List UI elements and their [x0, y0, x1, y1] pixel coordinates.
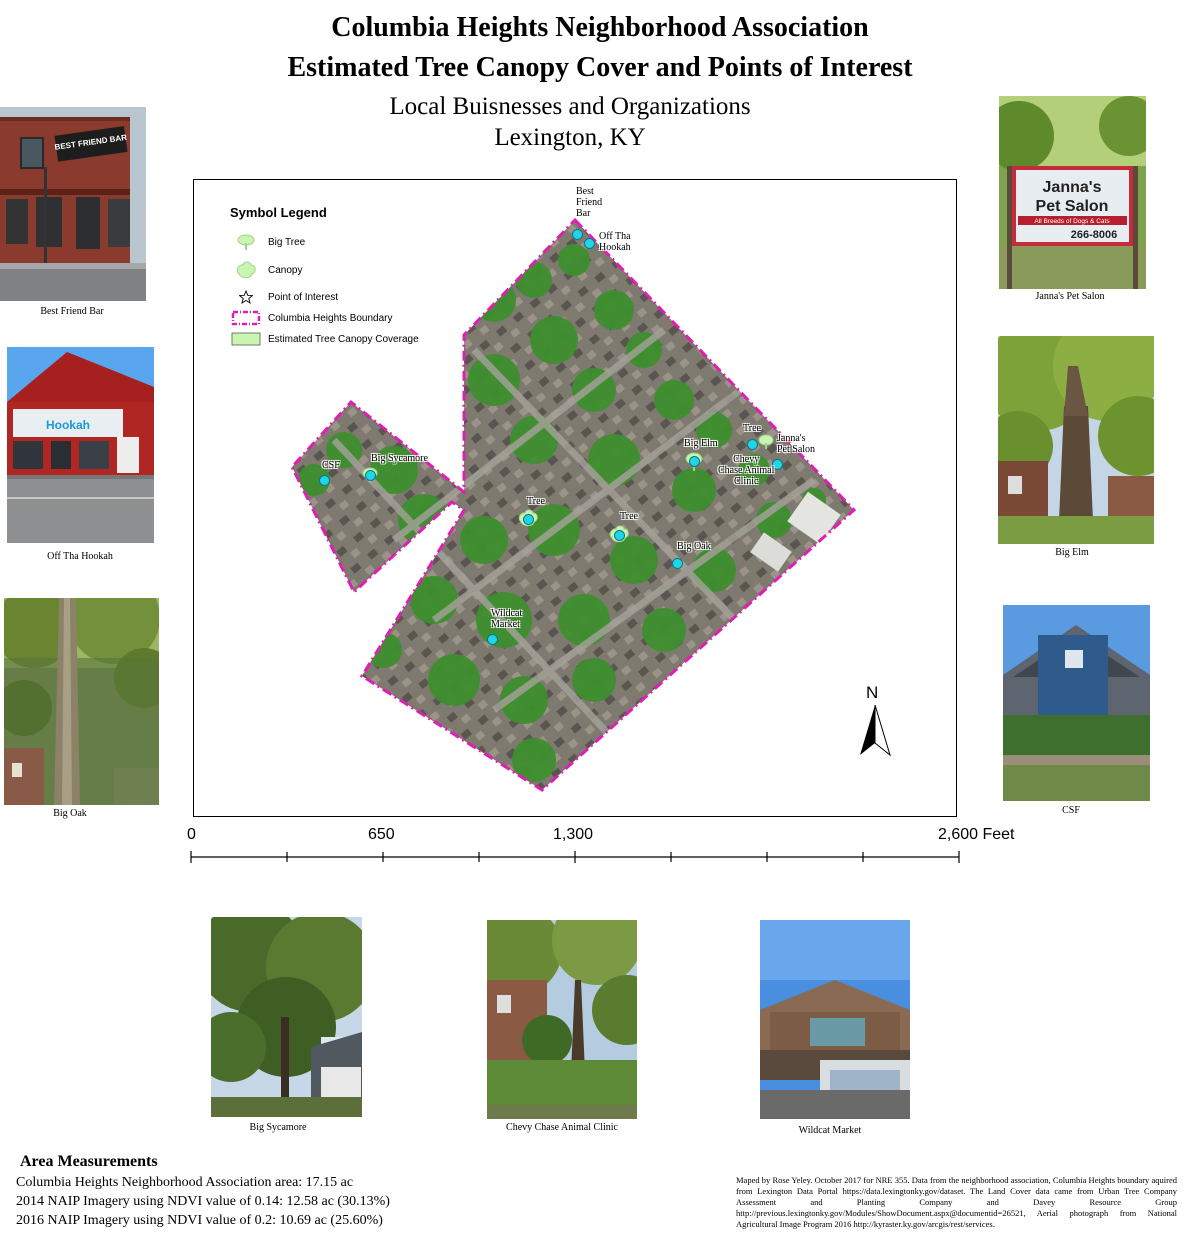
poi-best-friend-bar[interactable]: [572, 229, 583, 240]
caption-best-friend-bar: Best Friend Bar: [40, 306, 104, 317]
caption-chevy-chase-animal-clinic: Chevy Chase Animal Clinic: [506, 1122, 618, 1133]
poi-tree-mid[interactable]: [614, 530, 625, 541]
poi-big-sycamore[interactable]: [365, 470, 376, 481]
area-line-2014: 2014 NAIP Imagery using NDVI value of 0.…: [16, 1194, 390, 1209]
star-icon: [230, 290, 262, 304]
north-arrow-icon: [860, 705, 891, 757]
scale-label-0: 0: [187, 826, 196, 843]
photo-big-elm: [998, 336, 1154, 544]
poi-csf[interactable]: [319, 475, 330, 486]
svg-text:266-8006: 266-8006: [1071, 229, 1118, 241]
svg-text:All Breeds of Dogs & Cats: All Breeds of Dogs & Cats: [1034, 218, 1110, 225]
caption-big-oak: Big Oak: [53, 808, 87, 819]
photo-csf: [1003, 605, 1150, 801]
legend-item-canopy: Canopy: [230, 260, 302, 280]
caption-wildcat-market: Wildcat Market: [798, 1125, 862, 1136]
photo-chevy-chase-animal-clinic: [487, 920, 637, 1119]
north-label: N: [866, 683, 879, 702]
map-subtitle: Local Buisnesses and Organizations: [389, 93, 751, 120]
north-arrow: N: [858, 683, 892, 761]
photo-off-tha-hookah: Hookah: [7, 347, 154, 543]
legend-item-big-tree: Big Tree: [230, 233, 305, 251]
poi-tree-left[interactable]: [523, 514, 534, 525]
poi-big-oak[interactable]: [672, 558, 683, 569]
caption-big-elm: Big Elm: [1055, 547, 1089, 558]
svg-text:Pet Salon: Pet Salon: [1036, 198, 1109, 215]
photo-big-sycamore: [211, 917, 362, 1117]
label-wildcat-market: Wildcat Market: [491, 608, 523, 630]
scale-label-1300: 1,300: [553, 826, 594, 843]
legend-item-point-of-interest: Point of Interest: [230, 290, 338, 304]
legend-item-canopy-coverage: Estimated Tree Canopy Coverage: [230, 332, 419, 346]
map-frame: Symbol Legend Big Tree Canopy Point of I…: [193, 179, 957, 817]
label-tree-top: Tree: [743, 423, 761, 434]
map-location: Lexington, KY: [494, 124, 646, 151]
label-big-elm: Big Elm: [684, 438, 718, 449]
label-best-friend-bar: Best Friend Bar: [576, 186, 603, 219]
big-tree-icon: [758, 434, 774, 449]
photo-jannas-pet-salon: Janna's Pet Salon All Breeds of Dogs & C…: [999, 96, 1146, 289]
svg-text:Janna's: Janna's: [1043, 179, 1102, 196]
svg-text:Hookah: Hookah: [46, 418, 90, 432]
label-big-sycamore: Big Sycamore: [371, 453, 428, 464]
scale-bar: [190, 851, 960, 863]
boundary-swatch: [230, 310, 262, 326]
label-tree-mid: Tree: [620, 511, 638, 522]
caption-big-sycamore: Big Sycamore: [249, 1122, 307, 1133]
legend-title: Symbol Legend: [230, 205, 327, 220]
scale-label-2600: 2,600 Feet: [938, 826, 1015, 843]
label-tree-left: Tree: [527, 496, 545, 507]
photo-wildcat-market: [760, 920, 910, 1119]
legend-item-boundary: Columbia Heights Boundary: [230, 310, 393, 326]
caption-jannas-pet-salon: Janna's Pet Salon: [1035, 291, 1105, 302]
poi-off-tha-hookah[interactable]: [584, 238, 595, 249]
map-title-line2: Estimated Tree Canopy Cover and Points o…: [287, 52, 913, 83]
scale-label-650: 650: [368, 826, 395, 843]
area-line-2016: 2016 NAIP Imagery using NDVI value of 0.…: [16, 1213, 383, 1228]
label-big-oak: Big Oak: [677, 541, 711, 552]
map-title-line1: Columbia Heights Neighborhood Associatio…: [331, 12, 869, 43]
label-jannas: Janna's Pet Salon: [777, 433, 816, 455]
photo-big-oak: [4, 598, 159, 805]
label-chevy-chase: Chevy Chase Animal Clinic: [718, 454, 775, 487]
canopy-icon: [230, 260, 262, 280]
label-off-tha-hookah: Off Tha Hookah: [599, 231, 631, 253]
big-tree-icon: [230, 233, 262, 251]
poi-big-elm[interactable]: [689, 456, 700, 467]
label-csf: CSF: [322, 460, 340, 471]
area-measurements-title: Area Measurements: [20, 1153, 158, 1170]
poi-wildcat-market[interactable]: [487, 634, 498, 645]
area-line-total: Columbia Heights Neighborhood Associatio…: [16, 1175, 354, 1190]
photo-best-friend-bar: BEST FRIEND BAR: [0, 107, 146, 301]
caption-csf: CSF: [1062, 805, 1080, 816]
caption-off-tha-hookah: Off Tha Hookah: [47, 551, 113, 562]
canopy-swatch: [230, 332, 262, 346]
map-credits: Maped by Rose Yeley. October 2017 for NR…: [736, 1175, 1177, 1229]
aerial-map: [290, 217, 857, 792]
